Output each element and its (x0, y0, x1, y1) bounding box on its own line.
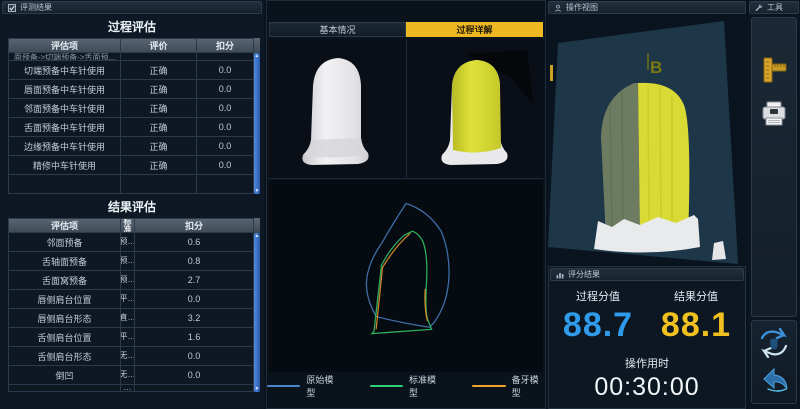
tools-sidebar: 工具 (748, 0, 800, 409)
result-score-value: 88.1 (647, 306, 745, 345)
legend-line-green (370, 385, 403, 387)
evaluation-panel-header: 评测结果 (2, 1, 262, 14)
yellow-tooth-model (415, 44, 535, 174)
operation-view-panel: 操作视图 B (548, 0, 746, 264)
col-deduction: 扣分 (135, 218, 254, 233)
table-row: 舌面预备中车针使用正确0.0 (8, 118, 260, 137)
legend-item-original: 原始模型 (267, 373, 340, 399)
model-comparison-area (269, 39, 543, 179)
process-score-value: 88.7 (549, 306, 647, 345)
contour-legend: 原始模型 标准模型 备牙模型 (267, 373, 545, 399)
ruler-icon (760, 56, 788, 84)
ruler-tool-button[interactable] (757, 54, 791, 86)
table-row: 精修中车针使用正确0.0 (8, 156, 260, 175)
legend-line-orange (472, 385, 505, 387)
table-row: 舌轴面预备预…0.8 (8, 252, 260, 271)
col-rating: 评价 (121, 38, 197, 53)
table-row: 邻面预备中车针使用正确0.0 (8, 99, 260, 118)
process-table-header: 评估项 评价 扣分 (8, 38, 260, 53)
legend-item-standard: 标准模型 (370, 373, 443, 399)
checkbox-icon (8, 4, 16, 12)
operation-3d-canvas[interactable]: B (548, 15, 746, 264)
undo-view-button[interactable] (757, 365, 791, 397)
process-eval-title: 过程评估 (0, 14, 264, 38)
score-panel-title: 评分结果 (568, 269, 600, 280)
operation-time-value: 00:30:00 (549, 373, 745, 402)
contour-comparison-plot (269, 180, 543, 372)
prepared-model-contour (376, 233, 427, 329)
process-score-block: 过程分值 88.7 (549, 288, 647, 345)
rotate-view-button[interactable] (757, 327, 791, 359)
table-row: 舌面窝预备预…2.7 (8, 271, 260, 290)
scores-row: 过程分值 88.7 结果分值 88.1 (549, 288, 745, 345)
standard-model-view[interactable] (269, 39, 407, 178)
prepared-model-view[interactable] (407, 39, 544, 178)
evaluation-panel-title: 评测结果 (20, 2, 52, 13)
result-table-scrollbar[interactable]: ▲▼ (254, 233, 260, 392)
table-row: 邻面预备预…0.6 (8, 233, 260, 252)
table-row-scrolled: 面预备->切端预备->舌面预... (8, 53, 260, 61)
operation-time-label: 操作用时 (549, 355, 745, 371)
result-eval-table: 评估项 标准 扣分 邻面预备预…0.6 舌轴面预备预…0.8 舌面窝预备预…2.… (8, 218, 260, 392)
col-item: 评估项 (8, 38, 121, 53)
process-eval-table: 评估项 评价 扣分 面预备->切端预备->舌面预... 切端预备中车针使用正确0… (8, 38, 260, 194)
score-result-panel: 评分结果 过程分值 88.7 结果分值 88.1 操作用时 00:30:00 (548, 266, 746, 409)
operation-scene: B (548, 15, 746, 264)
table-row: 倒凹无…0.0 (8, 366, 260, 385)
process-table-scrollbar[interactable]: ▲▼ (254, 53, 260, 194)
table-row: 边缘预备中车针使用正确0.0 (8, 137, 260, 156)
person-icon (554, 4, 562, 12)
back-arrow-icon (758, 367, 790, 395)
printer-icon (760, 100, 788, 128)
contour-svg (269, 180, 543, 372)
tools-header: 工具 (749, 1, 799, 14)
table-row: 舌侧肩台形态无…0.0 (8, 347, 260, 366)
table-row-empty (8, 175, 260, 194)
rotate-arrows-icon (758, 328, 790, 358)
printer-tool-button[interactable] (757, 98, 791, 130)
operation-view-title: 操作视图 (566, 2, 598, 13)
table-row: 唇侧肩台位置平…0.0 (8, 290, 260, 309)
col-deduction: 扣分 (197, 38, 254, 53)
legend-item-prepared: 备牙模型 (472, 373, 545, 399)
operation-view-header: 操作视图 (548, 1, 746, 14)
result-table-header: 评估项 标准 扣分 (8, 218, 260, 233)
evaluation-results-panel: 评测结果 过程评估 评估项 评价 扣分 面预备->切端预备->舌面预... 切端… (0, 0, 264, 409)
process-score-label: 过程分值 (549, 288, 647, 304)
result-score-label: 结果分值 (647, 288, 745, 304)
table-row: 唇面预备中车针使用正确0.0 (8, 80, 260, 99)
result-eval-title: 结果评估 (0, 194, 264, 218)
process-detail-panel: 基本情况 过程详解 (266, 0, 546, 409)
tab-process-detail[interactable]: 过程详解 (406, 22, 543, 37)
wrench-icon (755, 4, 763, 12)
view-nav-panel (751, 320, 797, 404)
table-row: 切端预备中车针使用正确0.0 (8, 61, 260, 80)
tool-panel (751, 17, 797, 317)
table-row: 唇侧肩台形态直…3.2 (8, 309, 260, 328)
score-panel-header: 评分结果 (550, 268, 744, 281)
col-item: 评估项 (8, 218, 121, 233)
result-score-block: 结果分值 88.1 (647, 288, 745, 345)
tab-basic-info[interactable]: 基本情况 (269, 22, 406, 37)
table-row: 舌侧肩台位置平…1.6 (8, 328, 260, 347)
tools-title: 工具 (767, 2, 783, 13)
col-standard: 标准 (121, 218, 135, 233)
white-tooth-model (282, 44, 392, 174)
bar-chart-icon (556, 271, 564, 279)
detail-tabs: 基本情况 过程详解 (269, 22, 543, 37)
table-row-clipped: … (8, 385, 260, 392)
axis-label-b: B (650, 58, 662, 77)
legend-line-blue (267, 385, 300, 387)
